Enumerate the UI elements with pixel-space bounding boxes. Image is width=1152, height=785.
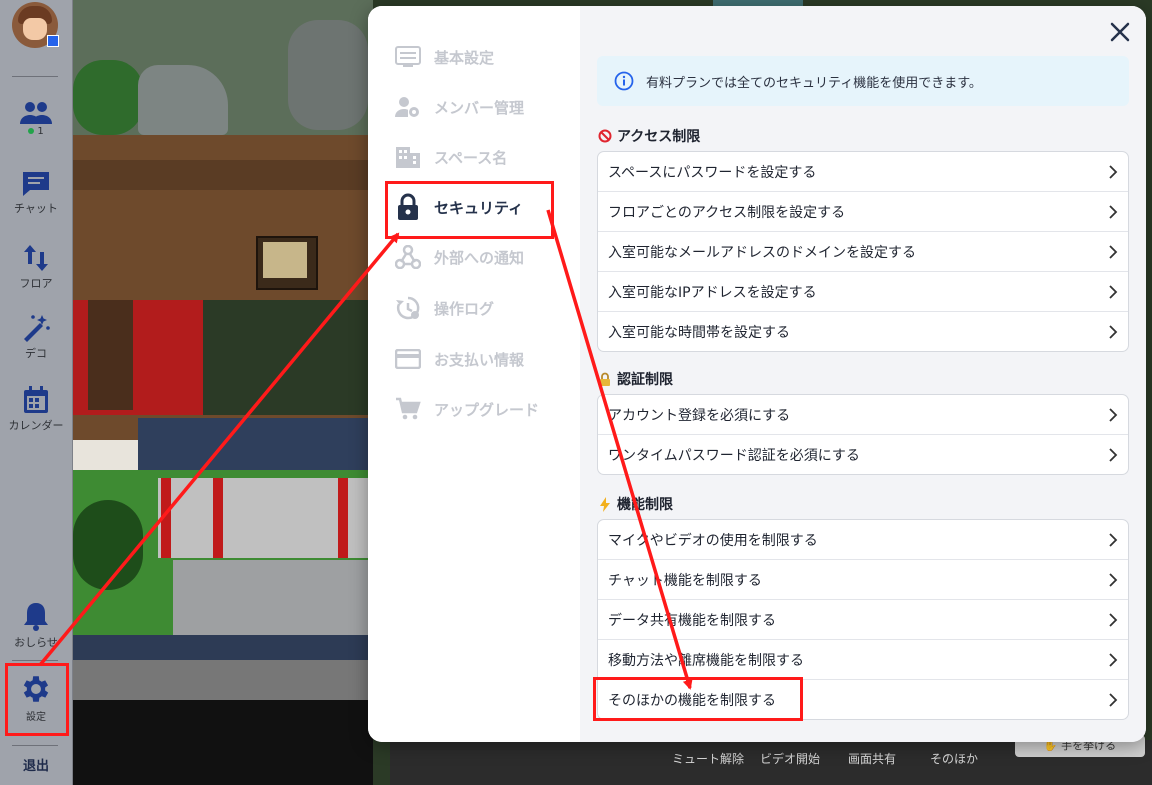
sidebar-divider [12,660,58,661]
cart-icon [394,395,422,423]
menu-item-label: お支払い情報 [434,350,525,369]
chat-icon [23,172,49,196]
sidebar-item-floor[interactable]: フロア [0,243,72,291]
chevron-right-icon [1109,532,1118,547]
list-item[interactable]: フロアごとのアクセス制限を設定する [598,192,1128,232]
unmute-button[interactable]: ミュート解除 [672,750,744,767]
annotation-box-settings [5,663,69,736]
tune-icon [394,43,422,71]
webhook-icon [394,243,422,271]
sidebar-item-label: デコ [25,347,47,360]
chevron-right-icon [1109,407,1118,422]
swap-vertical-icon [24,245,48,271]
chevron-right-icon [1109,204,1118,219]
magic-wand-icon [24,315,50,342]
chevron-right-icon [1109,572,1118,587]
list-item[interactable]: ワンタイムパスワード認証を必須にする [598,435,1128,474]
sidebar-item-deco[interactable]: デコ [0,313,72,361]
credit-card-icon [394,345,422,373]
calendar-icon [24,386,48,413]
sidebar-item-label: フロア [19,277,53,290]
chevron-right-icon [1109,447,1118,462]
screen-share-button[interactable]: 画面共有 [848,750,896,767]
sidebar-item-members[interactable]: 1 [0,100,72,137]
menu-item-operation-log[interactable]: 操作ログ [394,291,494,325]
plan-info-banner: 有料プランでは全てのセキュリティ機能を使用できます。 [597,56,1129,106]
section-header-access: アクセス制限 [597,126,700,146]
security-panel: 有料プランでは全てのセキュリティ機能を使用できます。 アクセス制限 スペースにパ… [580,6,1146,742]
chevron-right-icon [1109,692,1118,707]
settings-menu: 基本設定 メンバー管理 スペース名 セキュリティ 外部への通知 操作ログ お支払… [368,6,580,742]
menu-item-upgrade[interactable]: アップグレード [394,392,539,426]
list-item[interactable]: アカウント登録を必須にする [598,395,1128,435]
section-header-feature: 機能制限 [597,494,673,514]
lightning-icon [597,496,612,512]
sidebar-item-label: チャット [14,202,58,215]
prohibited-icon [597,129,612,144]
menu-item-members[interactable]: メンバー管理 [394,90,524,124]
chevron-right-icon [1109,244,1118,259]
sidebar-divider [12,745,58,746]
chevron-right-icon [1109,324,1118,339]
list-item[interactable]: 入室可能なIPアドレスを設定する [598,272,1128,312]
list-item[interactable]: 入室可能なメールアドレスのドメインを設定する [598,232,1128,272]
online-count: 1 [0,126,72,137]
history-gear-icon [394,294,422,322]
chevron-right-icon [1109,284,1118,299]
sidebar-item-chat[interactable]: チャット [0,170,72,216]
members-icon [20,102,52,124]
building-icon [394,143,422,171]
bell-icon [24,603,48,631]
access-restriction-list: スペースにパスワードを設定する フロアごとのアクセス制限を設定する 入室可能なメ… [597,151,1129,352]
more-button[interactable]: そのほか [930,750,978,767]
list-item[interactable]: チャット機能を制限する [598,560,1128,600]
close-icon[interactable] [1108,20,1132,44]
list-item[interactable]: マイクやビデオの使用を制限する [598,520,1128,560]
section-header-auth: 認証制限 [597,369,673,389]
menu-item-label: アップグレード [434,400,540,419]
chevron-right-icon [1109,164,1118,179]
menu-item-payment[interactable]: お支払い情報 [394,342,524,376]
sidebar-item-calendar[interactable]: カレンダー [0,385,72,433]
list-item[interactable]: データ共有機能を制限する [598,600,1128,640]
annotation-box-other-features [593,677,803,721]
sidebar-item-notifications[interactable]: おしらせ [0,600,72,650]
online-dot [28,128,35,134]
auth-restriction-list: アカウント登録を必須にする ワンタイムパスワード認証を必須にする [597,394,1129,475]
menu-item-label: スペース名 [434,148,508,167]
member-gear-icon [394,93,422,121]
annotation-box-security [385,181,554,239]
sidebar-item-label: カレンダー [8,419,64,432]
exit-button[interactable]: 退出 [0,755,72,774]
menu-item-label: 操作ログ [434,299,495,318]
info-text: 有料プランでは全てのセキュリティ機能を使用できます。 [646,75,982,91]
chevron-right-icon [1109,612,1118,627]
menu-item-label: 基本設定 [434,48,495,67]
menu-item-basic-settings[interactable]: 基本設定 [394,40,494,74]
settings-modal: 基本設定 メンバー管理 スペース名 セキュリティ 外部への通知 操作ログ お支払… [368,6,1146,742]
sidebar-divider [12,76,58,77]
list-item[interactable]: 移動方法や離席機能を制限する [598,640,1128,680]
sidebar-item-label: おしらせ [14,636,58,649]
lock-key-icon [597,372,612,387]
info-icon [614,71,634,91]
list-item[interactable]: 入室可能な時間帯を設定する [598,312,1128,351]
start-video-button[interactable]: ビデオ開始 [760,750,820,767]
menu-item-label: 外部への通知 [434,248,525,267]
chevron-right-icon [1109,652,1118,667]
list-item[interactable]: スペースにパスワードを設定する [598,152,1128,192]
menu-item-label: メンバー管理 [434,98,525,117]
menu-item-space-name[interactable]: スペース名 [394,140,507,174]
status-badge [47,35,59,47]
menu-item-external-notify[interactable]: 外部への通知 [394,240,524,274]
